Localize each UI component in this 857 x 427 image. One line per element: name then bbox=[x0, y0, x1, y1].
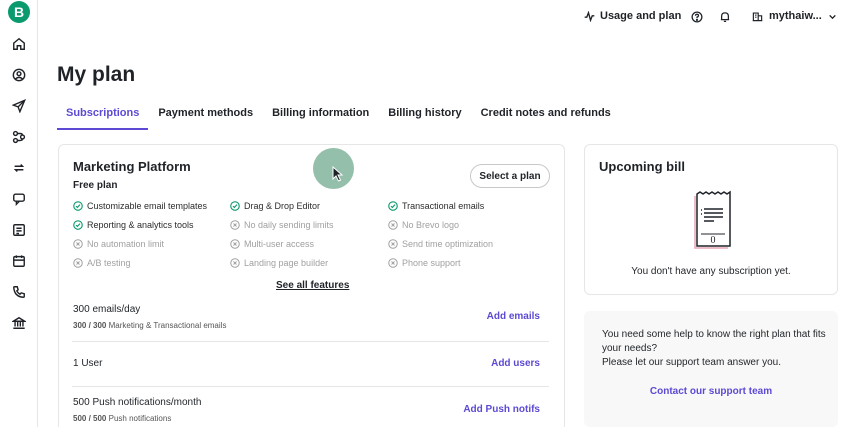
usage-and-plan-link[interactable]: Usage and plan bbox=[584, 10, 681, 22]
see-all-features-link[interactable]: See all features bbox=[276, 280, 349, 291]
brevo-logo[interactable]: B bbox=[8, 1, 30, 23]
plan-title: Marketing Platform bbox=[73, 159, 191, 174]
check-circle-icon bbox=[388, 201, 398, 211]
x-circle-icon bbox=[230, 239, 240, 249]
x-circle-icon bbox=[230, 258, 240, 268]
plan-limit-users: 1 User bbox=[73, 358, 103, 369]
page-title: My plan bbox=[57, 63, 136, 86]
x-circle-icon bbox=[73, 239, 83, 249]
feature-item: No automation limit bbox=[73, 239, 164, 249]
account-name: mythaiw... bbox=[769, 10, 822, 22]
x-circle-icon bbox=[388, 239, 398, 249]
forms-icon[interactable] bbox=[10, 221, 28, 239]
add-emails-link[interactable]: Add emails bbox=[440, 311, 540, 322]
help-icon[interactable] bbox=[690, 10, 704, 24]
feature-label: Reporting & analytics tools bbox=[87, 220, 194, 230]
check-circle-icon bbox=[230, 201, 240, 211]
sidebar: B bbox=[0, 0, 38, 427]
feature-label: No automation limit bbox=[87, 239, 165, 249]
feature-item: No Brevo logo bbox=[388, 220, 459, 230]
tab-payment-methods[interactable]: Payment methods bbox=[149, 106, 262, 130]
x-circle-icon bbox=[388, 220, 398, 230]
contact-support-link[interactable]: Contact our support team bbox=[584, 386, 838, 397]
feature-item: Drag & Drop Editor bbox=[230, 201, 320, 211]
add-push-notifs-link[interactable]: Add Push notifs bbox=[420, 404, 540, 415]
feature-item: Multi-user access bbox=[230, 239, 314, 249]
feature-label: Multi-user access bbox=[244, 239, 315, 249]
emails-usage: 300 / 300 Marketing & Transactional emai… bbox=[73, 321, 226, 330]
bank-icon[interactable] bbox=[10, 314, 28, 332]
push-usage: 500 / 500 Push notifications bbox=[73, 414, 171, 423]
x-circle-icon bbox=[230, 220, 240, 230]
tab-credit-notes-and-refunds[interactable]: Credit notes and refunds bbox=[472, 106, 620, 130]
plan-limit-emails: 300 emails/day bbox=[73, 304, 141, 315]
feature-label: No daily sending limits bbox=[244, 220, 334, 230]
feature-label: Customizable email templates bbox=[87, 201, 208, 211]
mouse-cursor-icon bbox=[332, 166, 344, 182]
calendar-icon[interactable] bbox=[10, 252, 28, 270]
tab-subscriptions[interactable]: Subscriptions bbox=[57, 106, 149, 130]
feature-label: Landing page builder bbox=[244, 258, 329, 268]
divider bbox=[72, 341, 549, 342]
top-bar bbox=[38, 0, 857, 34]
campaigns-icon[interactable] bbox=[10, 97, 28, 115]
upcoming-bill-title: Upcoming bill bbox=[599, 159, 685, 174]
emails-usage-count: 300 / 300 bbox=[73, 321, 107, 330]
x-circle-icon bbox=[73, 258, 83, 268]
emails-usage-desc: Marketing & Transactional emails bbox=[108, 321, 227, 330]
contacts-icon[interactable] bbox=[10, 66, 28, 84]
feature-label: Transactional emails bbox=[402, 201, 485, 211]
feature-item: Send time optimization bbox=[388, 239, 493, 249]
push-usage-count: 500 / 500 bbox=[73, 414, 107, 423]
add-users-link[interactable]: Add users bbox=[440, 358, 540, 369]
feature-item: A/B testing bbox=[73, 258, 131, 268]
tab-billing-history[interactable]: Billing history bbox=[379, 106, 470, 130]
help-line-1: You need some help to know the right pla… bbox=[602, 329, 826, 354]
feature-item: No daily sending limits bbox=[230, 220, 334, 230]
divider bbox=[72, 386, 549, 387]
check-circle-icon bbox=[73, 220, 83, 230]
home-icon[interactable] bbox=[10, 35, 28, 53]
feature-item: Customizable email templates bbox=[73, 201, 207, 211]
feature-label: Phone support bbox=[402, 258, 461, 268]
plan-limit-push: 500 Push notifications/month bbox=[73, 397, 202, 408]
check-circle-icon bbox=[73, 201, 83, 211]
workflow-icon[interactable] bbox=[10, 159, 28, 177]
feature-item: Phone support bbox=[388, 258, 461, 268]
tab-billing-information[interactable]: Billing information bbox=[263, 106, 378, 130]
help-text: You need some help to know the right pla… bbox=[602, 328, 827, 370]
push-usage-desc: Push notifications bbox=[108, 414, 172, 423]
feature-label: A/B testing bbox=[87, 258, 131, 268]
receipt-value: 0 bbox=[711, 235, 716, 246]
account-menu[interactable]: mythaiw... bbox=[752, 10, 837, 22]
no-subscription-message: You don't have any subscription yet. bbox=[631, 266, 791, 277]
feature-item: Transactional emails bbox=[388, 201, 484, 211]
phone-icon[interactable] bbox=[10, 283, 28, 301]
select-plan-button[interactable]: Select a plan bbox=[470, 164, 550, 188]
feature-label: Send time optimization bbox=[402, 239, 494, 249]
feature-item: Landing page builder bbox=[230, 258, 328, 268]
plan-subtitle: Free plan bbox=[73, 180, 118, 191]
conversations-icon[interactable] bbox=[10, 190, 28, 208]
feature-item: Reporting & analytics tools bbox=[73, 220, 194, 230]
tab-bar: Subscriptions Payment methods Billing in… bbox=[57, 106, 621, 130]
help-line-2: Please let our support team answer you. bbox=[602, 357, 781, 368]
receipt-icon: 0 bbox=[694, 190, 731, 249]
automations-icon[interactable] bbox=[10, 128, 28, 146]
feature-label: Drag & Drop Editor bbox=[244, 201, 321, 211]
notifications-bell-icon[interactable] bbox=[718, 10, 732, 24]
chevron-down-icon bbox=[829, 14, 836, 19]
usage-and-plan-label: Usage and plan bbox=[600, 10, 682, 22]
building-icon bbox=[752, 11, 763, 21]
x-circle-icon bbox=[388, 258, 398, 268]
feature-label: No Brevo logo bbox=[402, 220, 460, 230]
activity-icon bbox=[584, 10, 595, 22]
